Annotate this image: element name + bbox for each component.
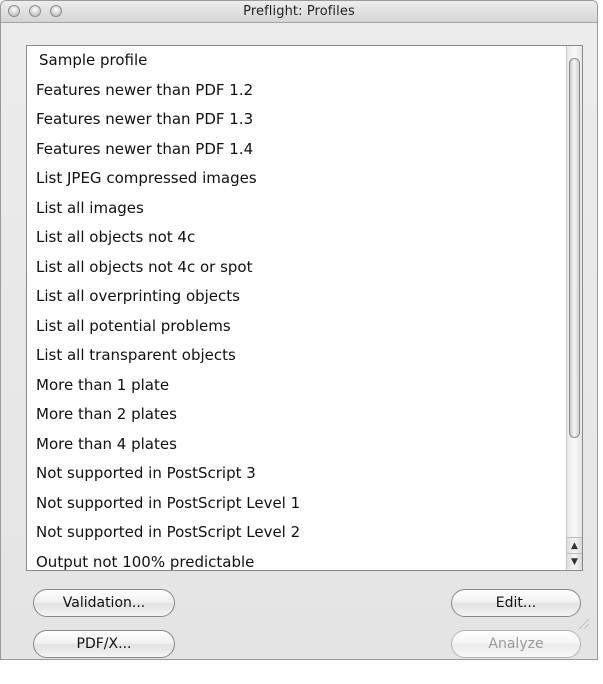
profile-list-item[interactable]: List all objects not 4c or spot (27, 253, 566, 283)
profile-list-item[interactable]: Not supported in PostScript Level 1 (27, 489, 566, 519)
profile-list-item[interactable]: List all potential problems (27, 312, 566, 342)
profile-list-item[interactable]: Features newer than PDF 1.4 (27, 135, 566, 165)
profile-list-item[interactable]: Not supported in PostScript Level 2 (27, 518, 566, 548)
profile-list-item[interactable]: More than 1 plate (27, 371, 566, 401)
profiles-list-box: Sample profile Features newer than PDF 1.… (26, 45, 583, 571)
profile-list-item[interactable]: Output not 100% predictable (27, 548, 566, 571)
profile-list-item[interactable]: List JPEG compressed images (27, 164, 566, 194)
title-bar[interactable]: Preflight: Profiles (1, 1, 597, 23)
profile-list-item[interactable]: List all objects not 4c (27, 223, 566, 253)
profile-list-item[interactable]: More than 4 plates (27, 430, 566, 460)
validation-button[interactable]: Validation... (33, 589, 175, 617)
analyze-button[interactable]: Analyze (451, 630, 581, 658)
scroll-down-arrow-icon[interactable]: ▼ (567, 553, 582, 569)
window-title: Preflight: Profiles (243, 4, 355, 19)
scrollbar-thumb[interactable] (569, 58, 580, 438)
profiles-list: Sample profile Features newer than PDF 1.… (27, 46, 566, 570)
edit-button[interactable]: Edit... (451, 589, 581, 617)
vertical-scrollbar[interactable]: ▲ ▼ (566, 46, 582, 570)
profile-list-item[interactable]: Not supported in PostScript 3 (27, 459, 566, 489)
profile-list-item[interactable]: Sample profile (27, 46, 566, 76)
resize-grip-icon[interactable] (579, 619, 589, 629)
profile-list-item[interactable]: More than 2 plates (27, 400, 566, 430)
pdfx-button[interactable]: PDF/X... (33, 630, 175, 658)
profile-list-item[interactable]: Features newer than PDF 1.2 (27, 76, 566, 106)
scroll-up-arrow-icon[interactable]: ▲ (567, 537, 582, 553)
preflight-profiles-window: Preflight: Profiles Sample profile Featur… (0, 0, 598, 660)
profile-list-item[interactable]: List all transparent objects (27, 341, 566, 371)
profile-list-item[interactable]: Features newer than PDF 1.3 (27, 105, 566, 135)
profile-list-item[interactable]: List all overprinting objects (27, 282, 566, 312)
profile-list-item[interactable]: List all images (27, 194, 566, 224)
